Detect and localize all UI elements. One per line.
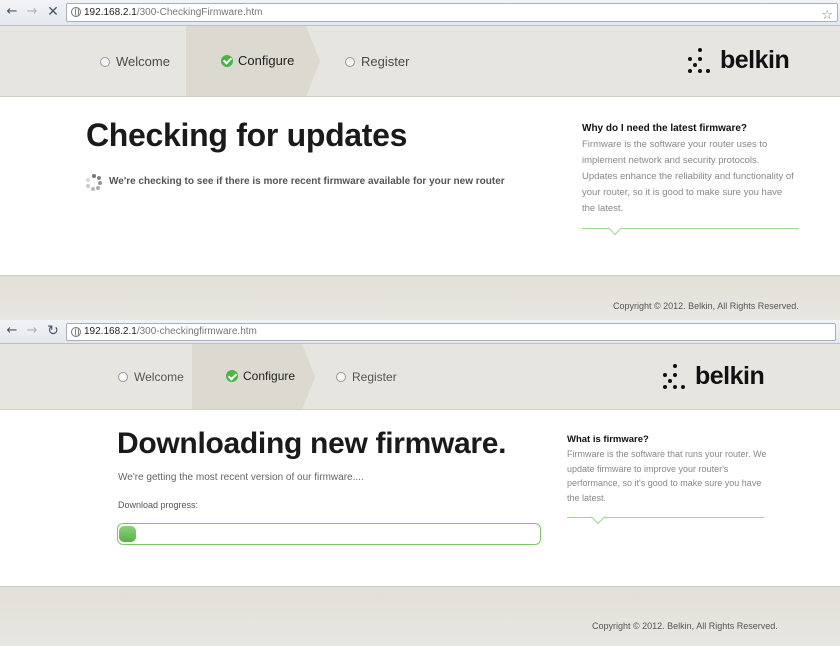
forward-arrow-icon[interactable]: → (24, 323, 40, 339)
progress-label: Download progress: (118, 500, 199, 510)
step-label: Register (361, 54, 410, 69)
downloading-firmware-screen: ← → ↻ 192.168.2.1/300-checkingfirmware.h… (0, 320, 840, 646)
step-label: Welcome (116, 54, 170, 69)
belkin-dots-icon (663, 363, 687, 390)
step-label: Configure (238, 53, 295, 68)
page-title: Downloading new firmware. (117, 427, 507, 460)
page-globe-icon (71, 7, 81, 17)
step-label: Register (352, 370, 397, 384)
status-message: We're getting the most recent version of… (118, 472, 364, 483)
address-bar[interactable]: 192.168.2.1/300-checkingfirmware.htm (66, 323, 836, 341)
page-title: Checking for updates (86, 117, 408, 153)
sidebar-caret-icon (590, 509, 606, 525)
stop-x-icon[interactable]: ✕ (45, 4, 61, 20)
progress-fill (119, 526, 136, 542)
status-message: We're checking to see if there is more r… (109, 176, 505, 187)
url-host: 192.168.2.1 (84, 7, 137, 18)
step-label: Configure (243, 369, 296, 383)
step-welcome: Welcome (100, 54, 170, 69)
check-icon (221, 54, 233, 67)
sidebar-title: What is firmware? (567, 434, 649, 445)
active-step-arrow (302, 344, 315, 410)
loading-spinner-icon (86, 174, 102, 191)
page-footer: Copyright © 2012. Belkin, All Rights Res… (0, 275, 840, 320)
radio-empty-icon (336, 372, 346, 382)
setup-header: Welcome Configure Register belkin (0, 26, 840, 97)
copyright-text: Copyright © 2012. Belkin, All Rights Res… (613, 301, 799, 311)
belkin-logo: belkin (688, 46, 790, 75)
checking-updates-screen: ← → ✕ 192.168.2.1/300-CheckingFirmware.h… (0, 0, 840, 320)
page-footer: Copyright © 2012. Belkin, All Rights Res… (0, 586, 840, 646)
active-step-arrow (306, 26, 320, 97)
sidebar-text: Firmware is the software your router use… (582, 139, 794, 214)
forward-arrow-icon[interactable]: → (24, 4, 40, 20)
copyright-text: Copyright © 2012. Belkin, All Rights Res… (592, 621, 778, 631)
star-icon[interactable]: ☆ (821, 7, 833, 24)
step-register: Register (336, 370, 397, 384)
browser-toolbar: ← → ↻ 192.168.2.1/300-checkingfirmware.h… (0, 320, 840, 344)
download-progress-bar (117, 523, 541, 545)
belkin-dots-icon (688, 47, 712, 74)
back-arrow-icon[interactable]: ← (4, 4, 20, 20)
radio-empty-icon (100, 56, 110, 67)
belkin-logo: belkin (663, 362, 765, 391)
browser-toolbar: ← → ✕ 192.168.2.1/300-CheckingFirmware.h… (0, 0, 840, 26)
sidebar-caret-icon (607, 220, 623, 236)
url-path: /300-checkingfirmware.htm (136, 326, 257, 337)
url-path: /300-CheckingFirmware.htm (136, 7, 263, 18)
check-icon (226, 370, 238, 382)
page-globe-icon (71, 327, 81, 337)
setup-header: Welcome Configure Register belkin (0, 344, 840, 410)
step-register: Register (345, 54, 409, 69)
radio-empty-icon (345, 56, 355, 67)
sidebar-title: Why do I need the latest firmware? (582, 123, 748, 134)
url-host: 192.168.2.1 (84, 326, 137, 337)
sidebar-text: Firmware is the software that runs your … (567, 449, 767, 503)
reload-icon[interactable]: ↻ (45, 323, 61, 339)
step-configure: Configure (221, 53, 294, 68)
content-area: Checking for updates We're checking to s… (0, 97, 840, 275)
back-arrow-icon[interactable]: ← (4, 323, 20, 339)
content-area: Downloading new firmware. We're getting … (0, 410, 840, 586)
step-label: Welcome (134, 370, 184, 384)
step-welcome: Welcome (118, 370, 184, 384)
radio-empty-icon (118, 372, 128, 382)
step-configure: Configure (226, 369, 295, 383)
address-bar[interactable]: 192.168.2.1/300-CheckingFirmware.htm ☆ (66, 3, 838, 24)
